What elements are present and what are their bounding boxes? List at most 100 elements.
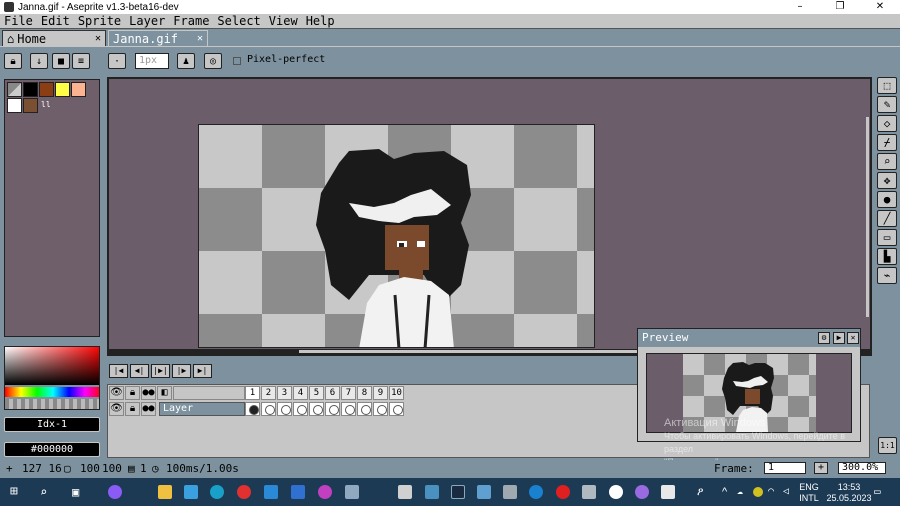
cel-8[interactable] [357, 402, 372, 416]
cel-9[interactable] [373, 402, 388, 416]
eraser-tool-icon[interactable]: ◇ [877, 115, 897, 132]
minimize-button[interactable]: – [780, 0, 820, 14]
marquee-tool-icon[interactable]: ⬚ [877, 77, 897, 94]
pixel-ratio-button[interactable]: 1:1 [878, 437, 897, 454]
contour-tool-icon[interactable]: ⌁ [877, 267, 897, 284]
preview-close-icon[interactable]: ✕ [847, 332, 859, 344]
cel-2[interactable] [261, 402, 276, 416]
mail-icon[interactable] [264, 485, 278, 499]
frame-header-4[interactable]: 4 [293, 386, 308, 400]
pencil-tool-icon[interactable]: ✎ [877, 96, 897, 113]
rectangle-tool-icon[interactable]: ▭ [877, 229, 897, 246]
move-tool-icon[interactable]: ✥ [877, 172, 897, 189]
hue-slider[interactable] [5, 387, 99, 397]
tab-janna-close-icon[interactable]: ✕ [197, 33, 203, 44]
app-icon-purple[interactable] [318, 485, 332, 499]
notifications-icon[interactable]: ▭ [874, 485, 888, 499]
menu-help[interactable]: Help [302, 14, 339, 29]
palette-swatch-2[interactable] [39, 82, 54, 97]
app-icon-blue[interactable] [477, 485, 491, 499]
palette-swatch-3[interactable] [55, 82, 70, 97]
layer-visibility-icon[interactable]: 👁︎ [109, 402, 124, 416]
clock-time[interactable]: 13:53 [826, 482, 872, 492]
frame-header-7[interactable]: 7 [341, 386, 356, 400]
tab-home[interactable]: ⌂ Home ✕ [2, 30, 106, 46]
next-frame-button[interactable]: |▶ [172, 364, 191, 378]
preview-play-icon[interactable]: ▶ [833, 332, 845, 344]
pixel-perfect-checkbox[interactable] [233, 57, 241, 65]
eyedropper-tool-icon[interactable]: ⌿ [877, 134, 897, 151]
last-frame-button[interactable]: ▶| [193, 364, 212, 378]
zoom-input[interactable]: 300.0% [838, 462, 886, 474]
wifi-icon[interactable]: ◠ [768, 485, 782, 499]
saturation-value-box[interactable] [5, 347, 99, 385]
cel-3[interactable] [277, 402, 292, 416]
menu-file[interactable]: File [0, 14, 37, 29]
edge-browser-icon[interactable] [210, 485, 224, 499]
network-icon[interactable]: ☁ [737, 485, 751, 499]
frame-header-3[interactable]: 3 [277, 386, 292, 400]
frame-header-10[interactable]: 10 [389, 386, 404, 400]
aseprite-taskbar-icon[interactable] [398, 485, 412, 499]
cel-6[interactable] [325, 402, 340, 416]
palette-swatch-6[interactable] [23, 98, 38, 113]
tab-janna[interactable]: Janna.gif ✕ [108, 30, 208, 46]
steam-icon[interactable] [451, 485, 465, 499]
camera-app-icon[interactable] [345, 485, 359, 499]
search-icon[interactable]: ⌕ [40, 485, 54, 499]
file-explorer-icon[interactable] [158, 485, 172, 499]
canvas-vertical-scrollbar[interactable] [865, 79, 870, 349]
alpha-slider[interactable] [5, 399, 99, 409]
frame-header-8[interactable]: 8 [357, 386, 372, 400]
cel-4[interactable] [293, 402, 308, 416]
windows-start-icon[interactable]: ⊞ [10, 485, 24, 499]
cel-10[interactable] [389, 402, 404, 416]
visibility-header-icon[interactable]: 👁︎ [109, 386, 124, 400]
app-icon-violet[interactable] [635, 485, 649, 499]
onion-skin-icon[interactable]: ◧ [157, 386, 172, 400]
fill-tool-icon[interactable]: ● [877, 191, 897, 208]
calculator-icon[interactable] [503, 485, 517, 499]
store-icon[interactable] [291, 485, 305, 499]
paint-app-icon[interactable] [184, 485, 198, 499]
save-palette-icon[interactable]: ■ [52, 53, 70, 69]
cel-1[interactable] [245, 402, 260, 416]
first-frame-button[interactable]: |◀ [109, 364, 128, 378]
lock-icon[interactable]: 🔒︎ [4, 53, 22, 69]
lock-header-icon[interactable]: 🔒︎ [125, 386, 140, 400]
layer-name[interactable]: Layer [159, 402, 245, 416]
palette-swatch-0[interactable] [7, 82, 22, 97]
canvas-editor[interactable] [107, 77, 872, 356]
close-window-button[interactable]: ✕ [860, 0, 900, 14]
palette-swatch-1[interactable] [23, 82, 38, 97]
color-hex-label[interactable]: #000000 [4, 442, 100, 457]
task-view-icon[interactable]: ▣ [72, 485, 86, 499]
color-picker[interactable] [4, 346, 100, 410]
menu-select[interactable]: Select [213, 14, 264, 29]
play-button[interactable]: |▶| [151, 364, 170, 378]
menu-layer[interactable]: Layer [125, 14, 169, 29]
tray-status-icon[interactable] [753, 487, 763, 497]
new-frame-button[interactable]: + [814, 462, 828, 474]
download-icon[interactable]: ↓ [30, 53, 48, 69]
palette-menu-icon[interactable]: ≡ [72, 53, 90, 69]
cel-7[interactable] [341, 402, 356, 416]
yandex-browser-icon[interactable] [237, 485, 251, 499]
app-icon-grey[interactable] [582, 485, 596, 499]
tab-home-close-icon[interactable]: ✕ [95, 33, 101, 44]
line-tool-icon[interactable]: ╱ [877, 210, 897, 227]
menu-edit[interactable]: Edit [37, 14, 74, 29]
palette-resize-handle[interactable]: ll [41, 100, 51, 109]
volume-icon[interactable]: ◁ [783, 485, 797, 499]
opera-icon[interactable] [556, 485, 570, 499]
layer-lock-icon[interactable]: 🔒︎ [125, 402, 140, 416]
preview-settings-icon[interactable]: ⚙ [818, 332, 830, 344]
layer-continuous-icon[interactable]: ●● [141, 402, 156, 416]
continuous-header-icon[interactable]: ●● [141, 386, 156, 400]
clock-date[interactable]: 25.05.2023 [826, 493, 872, 503]
frame-header-9[interactable]: 9 [373, 386, 388, 400]
frame-header-2[interactable]: 2 [261, 386, 276, 400]
brush-size-input[interactable]: 1px [135, 53, 169, 69]
language-indicator-2[interactable]: INTL [798, 493, 820, 503]
maximize-button[interactable]: ❐ [820, 0, 860, 14]
